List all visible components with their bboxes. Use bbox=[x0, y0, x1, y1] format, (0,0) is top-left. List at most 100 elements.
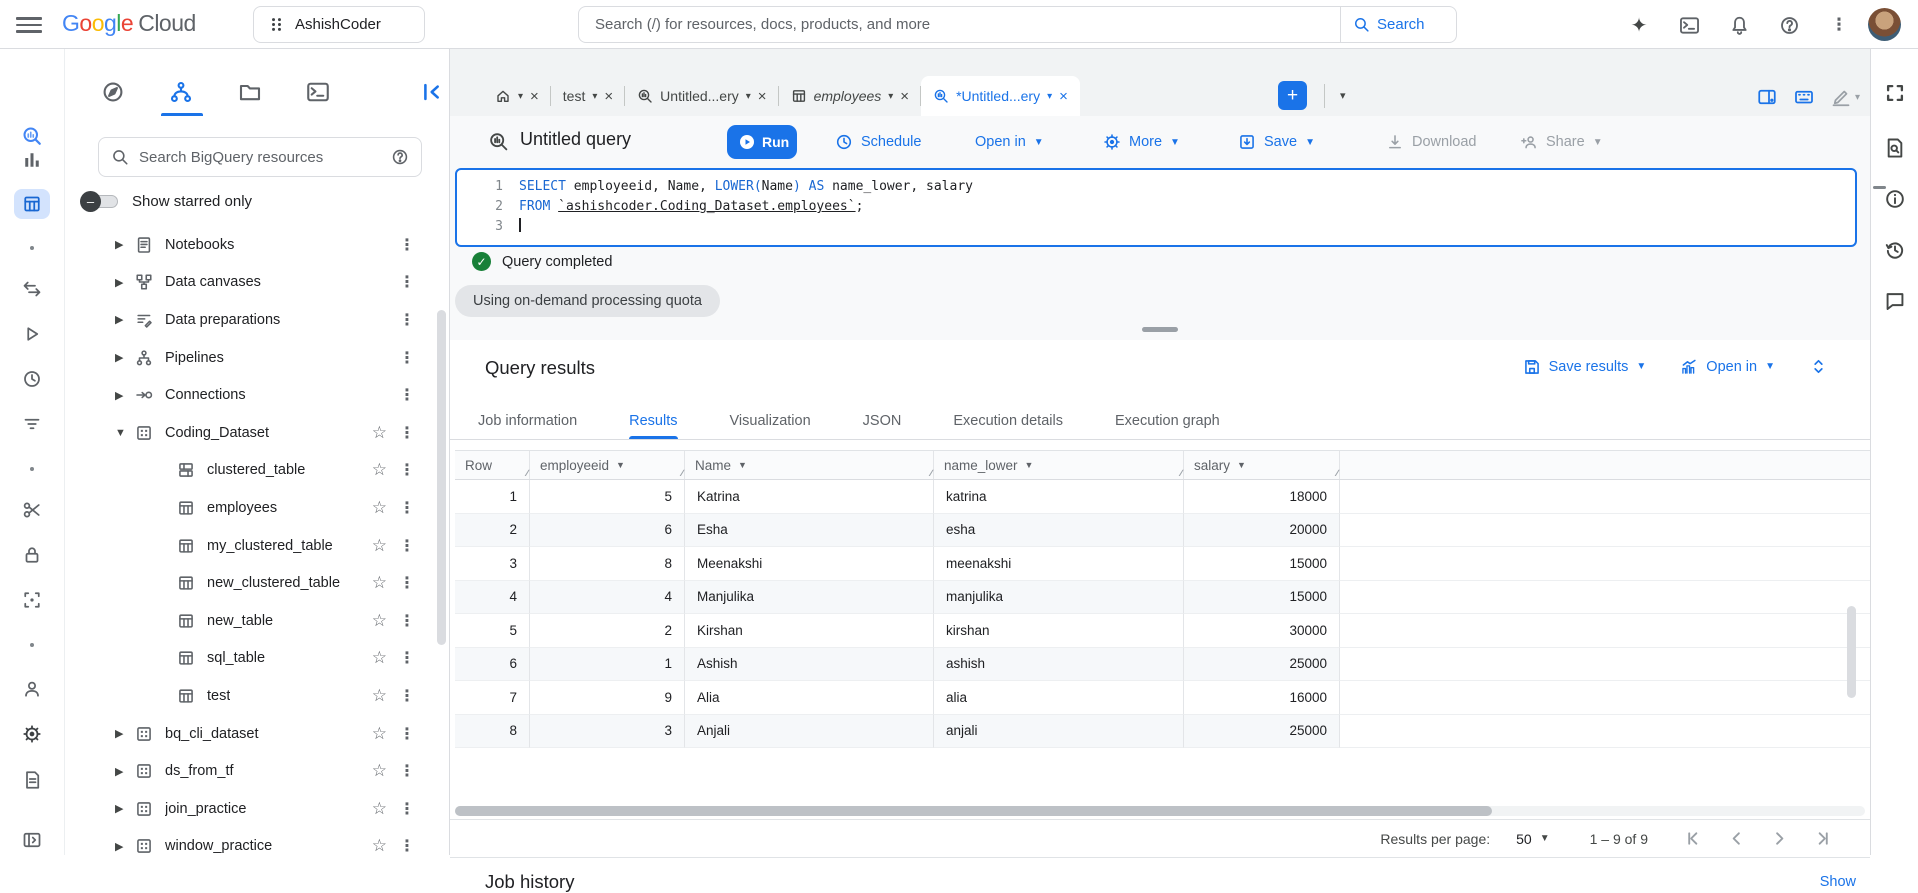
more-vert-icon[interactable]: ⋮ bbox=[399, 536, 415, 556]
column-header-Name[interactable]: Name▼∕∕ bbox=[685, 451, 934, 479]
close-icon[interactable]: × bbox=[900, 88, 909, 105]
more-vert-icon[interactable]: ⋮ bbox=[399, 460, 415, 480]
last-page-icon[interactable] bbox=[1813, 829, 1832, 848]
star-icon[interactable]: ☆ bbox=[372, 423, 387, 443]
chevron-down-icon[interactable]: ▾ bbox=[746, 91, 751, 102]
close-icon[interactable]: × bbox=[1059, 88, 1068, 105]
tree-item-test[interactable]: test☆⋮ bbox=[65, 677, 449, 715]
more-button[interactable]: More▼ bbox=[1103, 125, 1180, 159]
tab-employees[interactable]: employees▾× bbox=[779, 76, 922, 116]
tree-item-new_table[interactable]: new_table☆⋮ bbox=[65, 602, 449, 640]
open-in-button[interactable]: Open in▼ bbox=[975, 125, 1044, 159]
table-row[interactable]: 26Eshaesha20000 bbox=[455, 514, 1870, 548]
first-page-icon[interactable] bbox=[1684, 829, 1703, 848]
share-button[interactable]: Share▼ bbox=[1520, 125, 1603, 159]
per-page-select[interactable]: 50▼ bbox=[1516, 831, 1549, 847]
more-vert-icon[interactable]: ⋮ bbox=[399, 686, 415, 706]
results-tab-execution-details[interactable]: Execution details bbox=[953, 402, 1063, 439]
more-vert-icon[interactable]: ⋮ bbox=[399, 310, 415, 330]
explorer-search-input[interactable]: Search BigQuery resources bbox=[98, 137, 422, 177]
column-header-name_lower[interactable]: name_lower▼∕∕ bbox=[934, 451, 1184, 479]
panel-drag-handle[interactable] bbox=[1142, 327, 1178, 332]
tree-item-Notebooks[interactable]: ▶Notebooks⋮ bbox=[65, 226, 449, 264]
panel-open-icon[interactable] bbox=[21, 829, 43, 851]
terminal-icon[interactable] bbox=[306, 80, 330, 104]
tree-item-employees[interactable]: employees☆⋮ bbox=[65, 489, 449, 527]
close-icon[interactable]: × bbox=[758, 88, 767, 105]
chevron-down-icon[interactable]: ▾ bbox=[888, 91, 893, 102]
star-icon[interactable]: ☆ bbox=[372, 724, 387, 744]
results-tab-execution-graph[interactable]: Execution graph bbox=[1115, 402, 1220, 439]
tab-test[interactable]: test▾× bbox=[551, 76, 625, 116]
chevron-right-icon[interactable]: ▶ bbox=[115, 802, 135, 815]
tree-item-Coding_Dataset[interactable]: ▼Coding_Dataset☆⋮ bbox=[65, 414, 449, 452]
column-header-salary[interactable]: salary▼∕∕ bbox=[1184, 451, 1340, 479]
table-row[interactable]: 38Meenakshimeenakshi15000 bbox=[455, 547, 1870, 581]
more-vert-icon[interactable]: ⋮ bbox=[399, 573, 415, 593]
job-history-show-link[interactable]: Show bbox=[1820, 874, 1856, 890]
tab-*Untitled...ery[interactable]: *Untitled...ery▾× bbox=[921, 76, 1080, 116]
analysis-icon[interactable] bbox=[169, 80, 193, 104]
avatar[interactable] bbox=[1868, 8, 1901, 41]
star-icon[interactable]: ☆ bbox=[372, 573, 387, 593]
cloud-shell-icon[interactable] bbox=[1676, 12, 1702, 38]
table-row[interactable]: 83Anjalianjali25000 bbox=[455, 715, 1870, 749]
table-row[interactable]: 61Ashishashish25000 bbox=[455, 648, 1870, 682]
close-icon[interactable]: × bbox=[530, 88, 539, 105]
star-icon[interactable]: ☆ bbox=[372, 536, 387, 556]
tree-item-Connections[interactable]: ▶Connections⋮ bbox=[65, 376, 449, 414]
more-vert-icon[interactable]: ⋮ bbox=[399, 799, 415, 819]
chevron-right-icon[interactable]: ▶ bbox=[115, 765, 135, 778]
more-vert-icon[interactable]: ⋮ bbox=[399, 724, 415, 744]
doc-search-icon[interactable] bbox=[1884, 137, 1906, 159]
edit-dropdown-icon[interactable]: ▾ bbox=[1855, 92, 1860, 103]
chevron-down-icon[interactable]: ▾ bbox=[1047, 91, 1052, 102]
results-vertical-scrollbar[interactable] bbox=[1847, 606, 1856, 698]
save-results-button[interactable]: Save results▼ bbox=[1523, 358, 1647, 376]
tree-item-Data canvases[interactable]: ▶Data canvases⋮ bbox=[65, 264, 449, 302]
collapse-panel-icon[interactable] bbox=[420, 80, 444, 104]
add-tab-button[interactable]: + bbox=[1278, 81, 1307, 110]
results-horizontal-scrollbar[interactable] bbox=[455, 806, 1865, 816]
more-vert-icon[interactable]: ⋮ bbox=[399, 348, 415, 368]
compass-icon[interactable] bbox=[101, 80, 125, 104]
chevron-down-icon[interactable]: ▼ bbox=[115, 427, 135, 439]
search-help-icon[interactable] bbox=[391, 148, 409, 166]
star-icon[interactable]: ☆ bbox=[372, 761, 387, 781]
table-row[interactable]: 79Aliaalia16000 bbox=[455, 681, 1870, 715]
chat-icon[interactable] bbox=[1884, 290, 1906, 312]
star-icon[interactable]: ☆ bbox=[372, 686, 387, 706]
close-icon[interactable]: × bbox=[604, 88, 613, 105]
save-button[interactable]: Save▼ bbox=[1238, 125, 1315, 159]
run-icon[interactable] bbox=[21, 323, 43, 345]
show-starred-toggle[interactable]: – bbox=[80, 191, 120, 211]
sql-editor[interactable]: 1SELECT employeeid, Name, LOWER(Name) AS… bbox=[455, 168, 1857, 247]
swap-icon[interactable] bbox=[21, 278, 43, 300]
download-button[interactable]: Download bbox=[1386, 125, 1477, 159]
table-row[interactable]: 15Katrinakatrina18000 bbox=[455, 480, 1870, 514]
gemini-icon[interactable]: ✦ bbox=[1626, 12, 1652, 38]
main-menu-icon[interactable] bbox=[16, 12, 42, 38]
clock-icon[interactable] bbox=[21, 368, 43, 390]
more-vert-icon[interactable]: ⋮ bbox=[399, 498, 415, 518]
column-header-employeeid[interactable]: employeeid▼∕∕ bbox=[530, 451, 685, 479]
filter-icon[interactable] bbox=[21, 413, 43, 435]
star-icon[interactable]: ☆ bbox=[372, 836, 387, 856]
chevron-down-icon[interactable]: ▾ bbox=[592, 91, 597, 102]
more-vert-icon[interactable]: ⋮ bbox=[399, 836, 415, 856]
settings-icon[interactable] bbox=[21, 723, 43, 745]
run-button[interactable]: Run bbox=[727, 125, 797, 159]
more-vert-icon[interactable]: ⋮ bbox=[399, 761, 415, 781]
tree-item-ds_from_tf[interactable]: ▶ds_from_tf☆⋮ bbox=[65, 752, 449, 790]
tree-item-my_clustered_table[interactable]: my_clustered_table☆⋮ bbox=[65, 527, 449, 565]
star-icon[interactable]: ☆ bbox=[372, 498, 387, 518]
schedule-button[interactable]: Schedule bbox=[835, 125, 921, 159]
chevron-right-icon[interactable]: ▶ bbox=[115, 727, 135, 740]
more-vert-icon[interactable]: ⋮ bbox=[399, 611, 415, 631]
studio-icon[interactable] bbox=[14, 189, 50, 219]
frame-icon[interactable] bbox=[21, 589, 43, 611]
table-row[interactable]: 44Manjulikamanjulika15000 bbox=[455, 581, 1870, 615]
chevron-right-icon[interactable]: ▶ bbox=[115, 840, 135, 853]
info-icon[interactable] bbox=[1884, 188, 1906, 210]
scissors-icon[interactable] bbox=[21, 499, 43, 521]
